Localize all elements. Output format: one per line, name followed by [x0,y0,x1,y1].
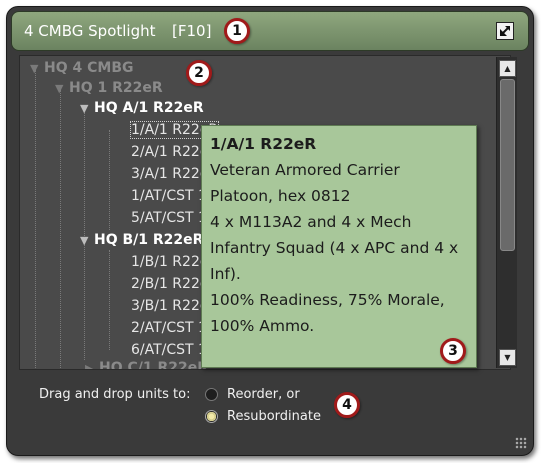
undock-button[interactable] [496,22,514,40]
window-hotkey: [F10] [172,22,212,40]
radio-unchecked-icon[interactable] [205,388,218,401]
tree-scrollbar[interactable]: ▲ ▼ [496,57,517,368]
callout-badge: 2 [186,60,212,86]
tree-guide [109,250,110,350]
tree-node-hq-4-cmbg[interactable]: ▼ HQ 4 CMBG [30,58,133,78]
tooltip-title: 1/A/1 R22eR [210,135,317,153]
tooltip-line: 100% Readiness, 75% Morale, [210,291,445,309]
radio-checked-icon[interactable] [205,410,218,423]
tree-guide [109,130,110,230]
tooltip-line: 100% Ammo. [210,317,315,335]
radio-reorder[interactable]: Reorder, or [205,385,345,405]
expand-arrow-icon[interactable]: ▼ [30,59,44,79]
tooltip-line: Infantry Squad (4 x APC and 4 x [210,239,459,257]
unit-tooltip: 1/A/1 R22eR Veteran Armored Carrier Plat… [201,125,477,368]
expand-arrow-icon[interactable]: ▼ [80,99,94,119]
callout-badge: 3 [440,338,466,364]
tree-node-hq-a[interactable]: ▼ HQ A/1 R22eR [80,98,204,118]
scroll-up-button[interactable]: ▲ [499,60,516,77]
tooltip-line: Inf). [210,265,241,283]
title-bar[interactable]: 4 CMBG Spotlight [F10] [11,11,529,51]
callout-badge: 1 [224,18,250,44]
undock-icon [500,26,510,36]
tooltip-line: Platoon, hex 0812 [210,187,351,205]
expand-arrow-icon[interactable]: ▼ [55,79,69,99]
tree-guide [60,90,61,369]
tree-node-hq-b[interactable]: ▼ HQ B/1 R22eR [80,230,203,250]
scroll-thumb[interactable] [500,79,515,251]
tooltip-line: 4 x M113A2 and 4 x Mech [210,213,412,231]
resize-grip-icon[interactable] [515,437,527,449]
window-title: 4 CMBG Spotlight [24,22,156,40]
radio-resubordinate[interactable]: Resubordinate [205,407,345,427]
collapsed-arrow-icon[interactable]: ▶ [85,359,99,369]
tooltip-line: Veteran Armored Carrier [210,161,400,179]
tree-node-hq-1-r22er[interactable]: ▼ HQ 1 R22eR [55,78,163,98]
callout-badge: 4 [334,392,360,418]
scroll-down-button[interactable]: ▼ [499,349,516,366]
drag-drop-label: Drag and drop units to: [39,387,191,402]
tree-guide [35,70,36,369]
expand-arrow-icon[interactable]: ▼ [80,231,94,251]
tree-node-hq-c[interactable]: ▶ HQ C/1 R22eR [85,358,208,369]
